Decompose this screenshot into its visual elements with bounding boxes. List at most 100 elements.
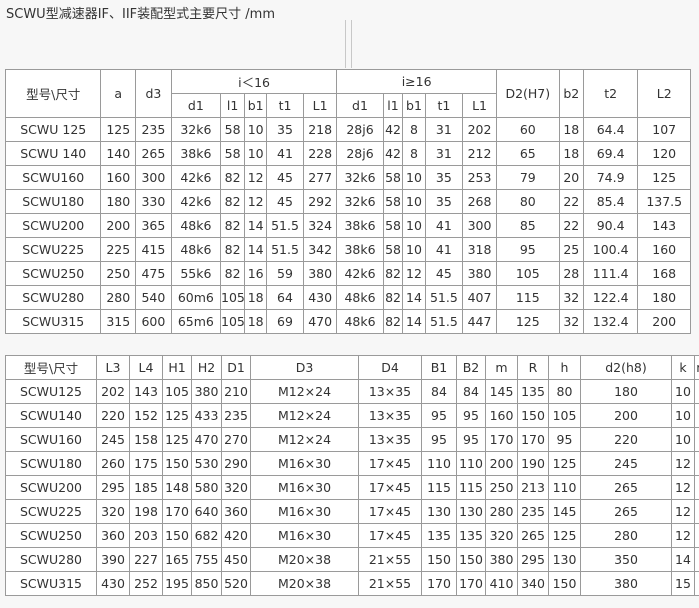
- table-cell: 48k6: [336, 309, 384, 334]
- table-cell: 42k6: [170, 189, 222, 214]
- table-cell: 28j6: [336, 117, 384, 142]
- table-cell: 48k6: [170, 213, 222, 238]
- table-cell: 13×35: [358, 403, 422, 428]
- table-cell: 320: [96, 499, 130, 524]
- page-title: SCWU型减速器IF、IIF装配型式主要尺寸 /mm: [6, 7, 275, 22]
- table-2-body: SCWU125 202 143 105 380 210 M12×24 13×35 84 84 145…: [5, 379, 699, 596]
- table-cell: 125: [548, 451, 581, 476]
- table-row: SCWU200 200 365 48k6 82 14 51.5 324 38k6 58 10 41 30…: [4, 213, 691, 238]
- table-cell: 320: [221, 475, 251, 500]
- header-cell: B1: [421, 355, 457, 380]
- table-cell: 200: [637, 309, 691, 334]
- table-cell: 45: [424, 261, 464, 286]
- table-cell: 82: [220, 189, 246, 214]
- table-cell: 22: [558, 189, 584, 214]
- table-cell: 280: [485, 499, 518, 524]
- table-cell: 74.9: [582, 165, 639, 190]
- table-cell: 58: [382, 213, 404, 238]
- table-cell: 42k6: [336, 261, 384, 286]
- table-cell: 42k6: [170, 165, 222, 190]
- model-cell: SCWU180: [5, 451, 97, 476]
- table-cell: M16×30: [250, 499, 359, 524]
- table-cell: 228: [302, 141, 338, 166]
- table-cell: 32k6: [170, 117, 222, 142]
- table-cell: 14: [244, 213, 268, 238]
- table-cell: 84: [421, 379, 457, 404]
- header-cell: h: [548, 355, 581, 380]
- table-cell: 21×55: [358, 571, 422, 596]
- table-cell: 110: [456, 451, 486, 476]
- model-cell: SCWU280: [5, 547, 97, 572]
- model-cell: SCWU 125: [4, 117, 102, 142]
- table-cell: 170: [517, 427, 549, 452]
- table-cell: 105: [495, 261, 560, 286]
- table-cell: 8: [402, 117, 426, 142]
- table-cell: 140: [100, 141, 137, 166]
- table-cell: 265: [135, 141, 172, 166]
- table-cell: 330: [135, 189, 172, 214]
- table-1-body: SCWU 125 125 235 32k6 58 10 35 218 28j6 42 8 31 202 6…: [4, 117, 691, 334]
- table-cell: 175: [129, 451, 163, 476]
- table-row: SCWU250 360 203 150 682 420 M16×30 17×45 135 135 3…: [5, 523, 699, 548]
- table-cell: 80: [548, 379, 581, 404]
- table-cell: 350: [694, 523, 699, 548]
- table-cell: 277: [302, 165, 338, 190]
- table-cell: 45: [266, 165, 304, 190]
- table-cell: 31: [424, 141, 464, 166]
- table-cell: 250: [100, 261, 137, 286]
- table-cell: 125: [637, 165, 691, 190]
- table-cell: 168: [637, 261, 691, 286]
- table-cell: M20×38: [250, 547, 359, 572]
- header-group-ge16: i≥16: [336, 69, 497, 94]
- table-cell: 268: [462, 189, 497, 214]
- table-cell: 850: [191, 571, 222, 596]
- header-cell: D4: [358, 355, 422, 380]
- table-cell: 655: [694, 571, 699, 596]
- table-cell: 10: [402, 189, 426, 214]
- table-cell: 95: [421, 403, 457, 428]
- table-cell: 60: [495, 117, 560, 142]
- table-cell: 265: [517, 523, 549, 548]
- table-cell: 475: [135, 261, 172, 286]
- table-cell: 225: [100, 237, 137, 262]
- table-cell: 290: [221, 451, 251, 476]
- table-cell: 82: [382, 309, 404, 334]
- table-row: SCWU225 225 415 48k6 82 14 51.5 342 38k6 58 10 41 31…: [4, 237, 691, 262]
- table-cell: 220: [580, 427, 672, 452]
- table-cell: 148: [162, 475, 192, 500]
- table-cell: 10: [402, 237, 426, 262]
- table-cell: 18: [244, 285, 268, 310]
- table-2-header-row: 型号\尺寸L3L4H1H2D1D3D4B1B2mRhd2(h8)km/kg: [5, 355, 699, 380]
- table-cell: 10: [671, 427, 695, 452]
- table-cell: 137.5: [637, 189, 691, 214]
- table-cell: 235: [221, 403, 251, 428]
- table-cell: 160: [100, 165, 137, 190]
- table-cell: 300: [462, 213, 497, 238]
- table-cell: 12: [402, 261, 426, 286]
- table-cell: 170: [485, 427, 518, 452]
- header-cell: L3: [96, 355, 130, 380]
- table-cell: 16: [244, 261, 268, 286]
- table-cell: 152: [129, 403, 163, 428]
- table-cell: 82: [382, 285, 404, 310]
- table-cell: 60m6: [170, 285, 222, 310]
- table-cell: 80: [694, 379, 699, 404]
- table-cell: 180: [100, 189, 137, 214]
- header-D2: D2(H7): [495, 69, 560, 118]
- table-cell: 18: [244, 309, 268, 334]
- table-cell: 122.4: [582, 285, 639, 310]
- table-cell: 17×45: [358, 523, 422, 548]
- table-row: SCWU280 390 227 165 755 450 M20×38 21×55 150 150 3…: [5, 547, 699, 572]
- table-cell: 245: [580, 451, 672, 476]
- table-cell: 105: [548, 403, 581, 428]
- table-cell: 130: [548, 547, 581, 572]
- table-cell: 195: [162, 571, 192, 596]
- table-row: SCWU 140 140 265 38k6 58 10 41 228 28j6 42 8 31 212 6…: [4, 141, 691, 166]
- table-cell: 430: [96, 571, 130, 596]
- subheader-d1: d1: [336, 93, 384, 118]
- header-d3: d3: [135, 69, 172, 118]
- table-cell: 20: [558, 165, 584, 190]
- table-cell: 35: [424, 189, 464, 214]
- table-row: SCWU180 180 330 42k6 82 12 45 292 32k6 58 10 35 268 8…: [4, 189, 691, 214]
- table-cell: M12×24: [250, 403, 359, 428]
